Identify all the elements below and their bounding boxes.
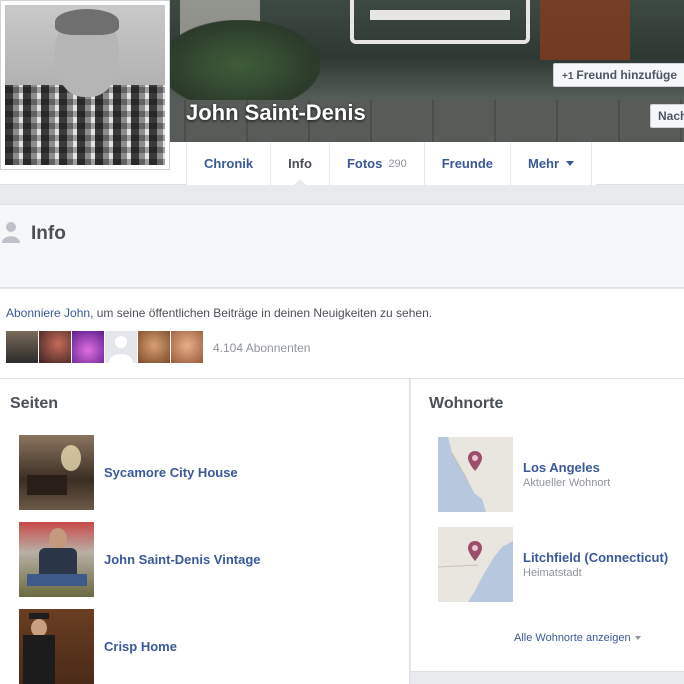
person-icon [2, 222, 20, 243]
places-title: Wohnorte [429, 395, 504, 412]
cover-bench [350, 0, 530, 44]
place-texts: Los Angeles Aktueller Wohnort [523, 460, 610, 489]
add-friend-label: Freund hinzufüge [576, 68, 678, 82]
profile-page: John Saint-Denis +1 Freund hinzufüge Nach… [0, 0, 684, 684]
page-item-crisp[interactable]: Crisp Home [19, 609, 399, 684]
photo-hair [55, 9, 119, 35]
chevron-down-icon [566, 161, 575, 166]
chevron-down-icon [634, 636, 641, 641]
avatar[interactable] [105, 331, 137, 363]
page-label: Sycamore City House [104, 465, 238, 480]
tab-label: Info [288, 156, 312, 171]
add-friend-button[interactable]: +1 Freund hinzufüge [553, 63, 684, 87]
page-thumbnail [19, 609, 94, 684]
page-label: Crisp Home [104, 639, 177, 654]
map-thumbnail [438, 437, 513, 512]
avatar[interactable] [171, 331, 203, 363]
avatar[interactable] [72, 331, 104, 363]
tab-freunde[interactable]: Freunde [425, 142, 511, 185]
follow-link[interactable]: Abonniere John [6, 306, 90, 320]
pages-title: Seiten [10, 395, 59, 412]
page-thumbnail [19, 435, 94, 510]
tab-chronik[interactable]: Chronik [187, 142, 272, 185]
tab-label: Freunde [441, 156, 493, 171]
page-label: John Saint-Denis Vintage [104, 552, 261, 567]
cover-chair [540, 0, 630, 60]
page-thumbnail [19, 522, 94, 597]
avatar[interactable] [138, 331, 170, 363]
show-all-places-link[interactable]: Alle Wohnorte anzeigen [514, 632, 641, 644]
follow-text: , um seine öffentlichen Beiträge in dein… [90, 306, 433, 320]
add-friend-icon: +1 [562, 71, 574, 82]
avatar[interactable] [6, 331, 38, 363]
map-graphic [438, 527, 513, 602]
tab-mehr[interactable]: Mehr [511, 142, 593, 185]
map-thumbnail [438, 527, 513, 602]
section-title: Info [31, 223, 66, 244]
place-type: Heimatstadt [523, 567, 582, 579]
column-gap [411, 672, 684, 684]
followers-section: Abonniere John, um seine öffentlichen Be… [0, 289, 684, 379]
follow-prompt: Abonniere John, um seine öffentlichen Be… [6, 306, 432, 320]
place-item-litchfield[interactable]: Litchfield (Connecticut) Heimatstadt [438, 527, 684, 602]
tab-label: Fotos [346, 156, 383, 171]
profile-tabs: Chronik Info Fotos 290 Freunde Mehr [186, 142, 596, 185]
pages-section: Seiten Sycamore City House John Saint-De… [0, 379, 410, 684]
tab-info[interactable]: Info [271, 142, 330, 185]
page-item-vintage[interactable]: John Saint-Denis Vintage [19, 522, 399, 597]
tab-label: Mehr [528, 156, 560, 171]
place-type: Aktueller Wohnort [523, 477, 611, 489]
avatar[interactable] [39, 331, 71, 363]
profile-photo [5, 5, 165, 165]
subscriber-avatars [6, 331, 204, 363]
map-graphic [438, 437, 513, 512]
profile-picture[interactable] [0, 0, 170, 170]
places-section: Wohnorte Los Angeles Aktueller Wohnort L… [411, 379, 684, 672]
subscriber-count[interactable]: 4.104 Abonnenten [213, 341, 310, 355]
info-header: Info [0, 204, 684, 288]
place-name: Los Angeles [523, 460, 600, 475]
show-all-label: Alle Wohnorte anzeigen [514, 632, 631, 644]
follow-button[interactable]: Nach [650, 104, 684, 128]
photo-shirt [5, 85, 165, 165]
page-item-sycamore[interactable]: Sycamore City House [19, 435, 399, 510]
photo-count: 290 [388, 157, 407, 170]
cover-plant [160, 20, 320, 110]
default-avatar-icon [109, 336, 133, 363]
place-name: Litchfield (Connecticut) [523, 550, 669, 565]
tab-fotos[interactable]: Fotos 290 [330, 142, 425, 185]
location-pin-icon [468, 541, 482, 561]
place-item-los-angeles[interactable]: Los Angeles Aktueller Wohnort [438, 437, 684, 512]
profile-name[interactable]: John Saint-Denis [186, 100, 366, 126]
tab-label: Chronik [204, 156, 254, 171]
place-texts: Litchfield (Connecticut) Heimatstadt [523, 550, 668, 579]
location-pin-icon [468, 451, 482, 471]
